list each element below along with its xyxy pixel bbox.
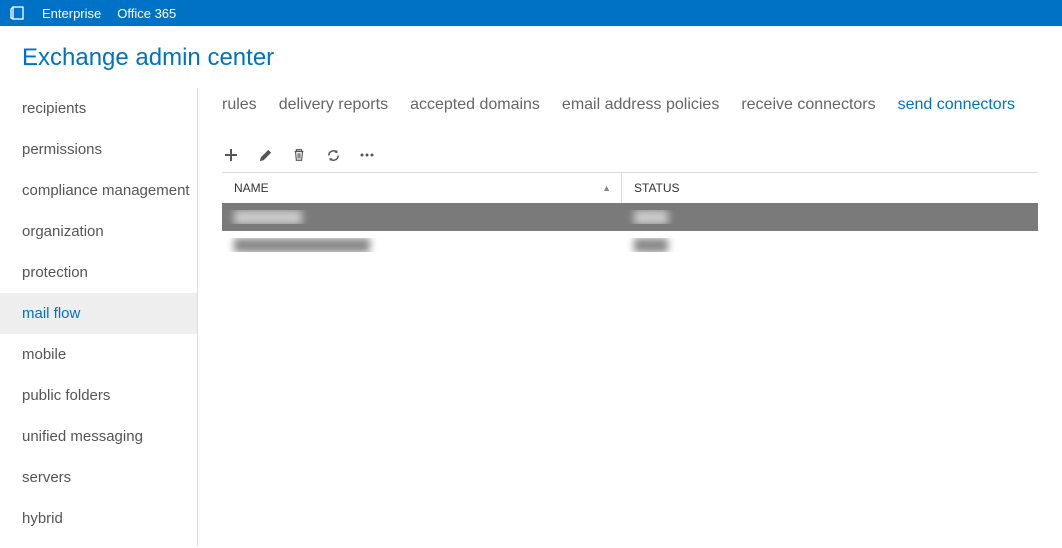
tab-email-address-policies[interactable]: email address policies [562, 96, 719, 114]
new-button[interactable] [222, 146, 240, 164]
trash-icon [292, 148, 306, 162]
main-content: rules delivery reports accepted domains … [198, 88, 1062, 546]
topbar-link-office365[interactable]: Office 365 [117, 6, 176, 21]
page-title: Exchange admin center [0, 26, 1062, 88]
cell-status: ████ [634, 210, 668, 224]
tab-receive-connectors[interactable]: receive connectors [741, 96, 875, 114]
toolbar [212, 138, 1048, 172]
sidebar-item-mobile[interactable]: mobile [0, 334, 197, 375]
table-row[interactable]: ████████ ████ [222, 203, 1038, 231]
edit-button[interactable] [256, 146, 274, 164]
column-header-status-label: STATUS [634, 181, 680, 195]
sidebar-item-hybrid[interactable]: hybrid [0, 498, 197, 539]
sidebar-item-organization[interactable]: organization [0, 211, 197, 252]
sidebar-item-unified-messaging[interactable]: unified messaging [0, 416, 197, 457]
tab-send-connectors[interactable]: send connectors [898, 96, 1015, 114]
sidebar-item-servers[interactable]: servers [0, 457, 197, 498]
sidebar-item-permissions[interactable]: permissions [0, 129, 197, 170]
table-row[interactable]: ████████████████ ████ [222, 231, 1038, 259]
plus-icon [223, 147, 239, 163]
sort-asc-icon: ▲ [602, 183, 611, 193]
sidebar-item-compliance[interactable]: compliance management [0, 170, 197, 211]
connectors-table: NAME ▲ STATUS ████████ ████ ████████████… [222, 172, 1038, 259]
refresh-icon [326, 148, 341, 163]
ellipsis-icon [359, 147, 375, 163]
sidebar-item-recipients[interactable]: recipients [0, 88, 197, 129]
cell-name: ████████ [234, 210, 302, 224]
pencil-icon [258, 148, 273, 163]
table-header: NAME ▲ STATUS [222, 173, 1038, 203]
more-button[interactable] [358, 146, 376, 164]
cell-status: ████ [634, 238, 668, 252]
sidebar-item-protection[interactable]: protection [0, 252, 197, 293]
tab-rules[interactable]: rules [222, 96, 257, 114]
sidebar-item-mail-flow[interactable]: mail flow [0, 293, 197, 334]
topbar: Enterprise Office 365 [0, 0, 1062, 26]
column-header-status[interactable]: STATUS [622, 173, 1038, 203]
tab-delivery-reports[interactable]: delivery reports [279, 96, 388, 114]
sidebar-item-public-folders[interactable]: public folders [0, 375, 197, 416]
cell-name: ████████████████ [234, 238, 370, 252]
column-header-name-label: NAME [234, 181, 269, 195]
refresh-button[interactable] [324, 146, 342, 164]
delete-button[interactable] [290, 146, 308, 164]
office-logo-icon [10, 5, 26, 21]
column-header-name[interactable]: NAME ▲ [222, 173, 622, 203]
sidebar: recipients permissions compliance manage… [0, 88, 198, 546]
tab-accepted-domains[interactable]: accepted domains [410, 96, 540, 114]
topbar-link-enterprise[interactable]: Enterprise [42, 6, 101, 21]
tabs: rules delivery reports accepted domains … [212, 88, 1048, 138]
